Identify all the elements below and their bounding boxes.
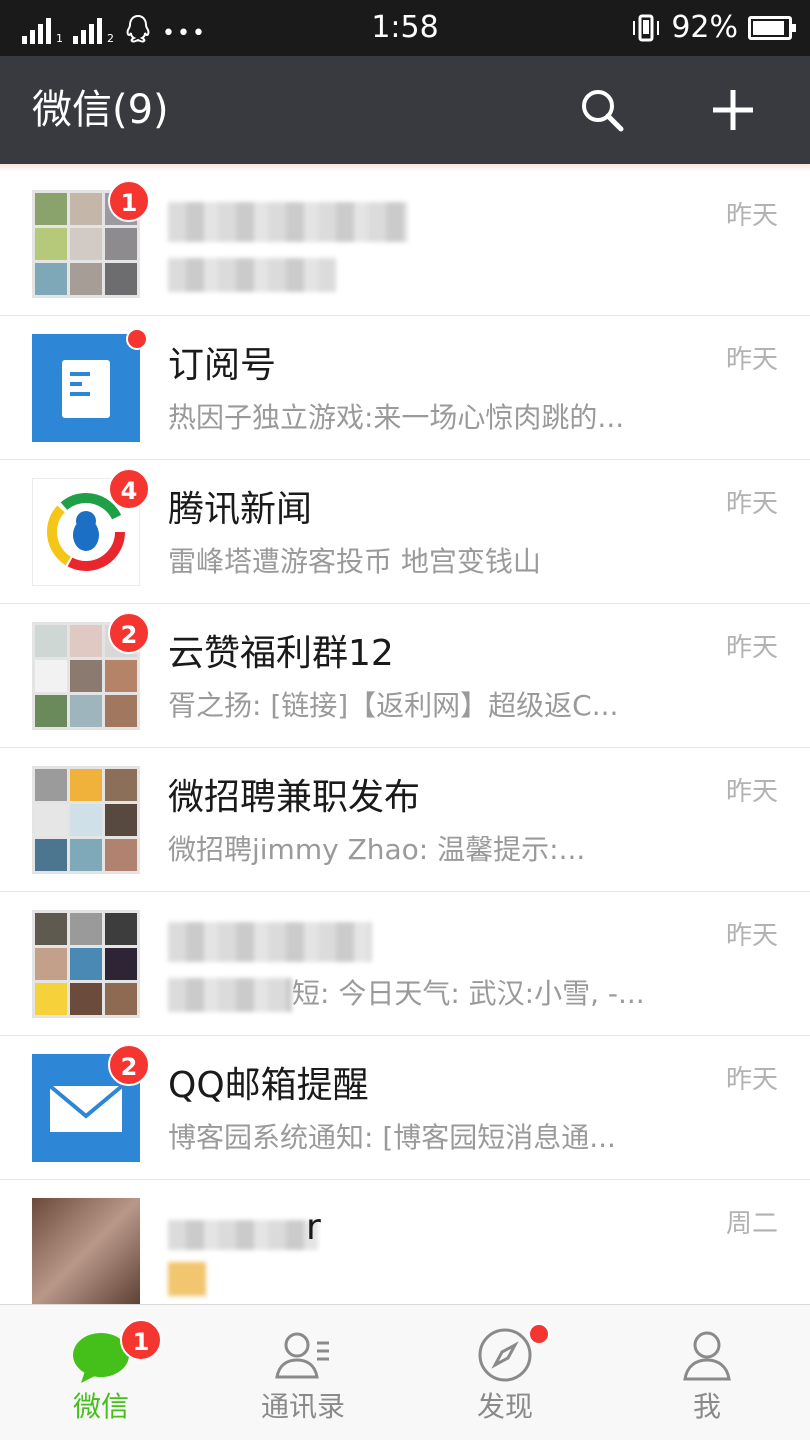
- profile-icon: [683, 1331, 731, 1381]
- bottom-tab-bar: 1 微信 通讯录 发现 我: [0, 1304, 810, 1440]
- battery-icon: [748, 16, 796, 40]
- tab-label: 发现: [476, 1390, 533, 1423]
- chat-preview: 热因子独立游戏:来一场心惊肉跳的...: [168, 401, 625, 434]
- chat-row[interactable]: 4 腾讯新闻 雷峰塔遭游客投币 地宫变钱山 昨天: [0, 460, 810, 604]
- chat-name: 微招聘兼职发布: [168, 777, 421, 818]
- chat-preview: 胥之扬: [链接]【返利网】超级返C...: [168, 689, 619, 722]
- chat-preview: 微招聘jimmy Zhao: 温馨提示:...: [168, 833, 586, 866]
- chat-name: 订阅号: [168, 345, 277, 386]
- chat-row[interactable]: 2 QQ邮箱提醒 博客园系统通知: [博客园短消息通... 昨天: [0, 1036, 810, 1180]
- page-title: 微信(9): [32, 87, 169, 133]
- tab-contacts[interactable]: 通讯录: [202, 1305, 404, 1440]
- chat-time: 昨天: [725, 345, 778, 375]
- chat-time: 昨天: [725, 777, 778, 807]
- tab-label: 通讯录: [260, 1390, 345, 1423]
- chat-time: 昨天: [725, 201, 778, 231]
- blurred-preview-sender: [168, 978, 292, 1012]
- chat-time: 昨天: [725, 633, 778, 663]
- search-icon: [582, 90, 624, 132]
- chat-row[interactable]: r 周二: [0, 1180, 810, 1304]
- header-shadow: [0, 164, 810, 172]
- unread-badge: 1: [108, 180, 150, 222]
- compass-icon: [478, 1328, 532, 1382]
- group-avatar: [32, 910, 140, 1018]
- chat-time: 昨天: [725, 1065, 778, 1095]
- unread-badge: 1: [120, 1319, 162, 1361]
- group-avatar: [32, 766, 140, 874]
- blurred-preview: [168, 258, 336, 292]
- chat-list[interactable]: 1 昨天 订阅号 热因子独立游戏:来一场心惊肉跳的... 昨天 4 腾讯新闻 雷…: [0, 172, 810, 1304]
- battery-percent: 92%: [671, 10, 738, 45]
- unread-badge: 2: [108, 612, 150, 654]
- status-right-icons: 92%: [631, 10, 796, 45]
- tab-weixin[interactable]: 1 微信: [0, 1305, 202, 1440]
- chat-row[interactable]: 微招聘兼职发布 微招聘jimmy Zhao: 温馨提示:... 昨天: [0, 748, 810, 892]
- chat-name: QQ邮箱提醒: [168, 1065, 369, 1106]
- app-header: 微信(9): [0, 56, 810, 164]
- chat-name: r: [306, 1207, 321, 1248]
- subscription-icon: [62, 360, 110, 418]
- chat-preview: 短: 今日天气: 武汉:小雪, -...: [292, 977, 645, 1010]
- chat-row[interactable]: 短: 今日天气: 武汉:小雪, -... 昨天: [0, 892, 810, 1036]
- chat-time: 周二: [725, 1209, 778, 1239]
- unread-badge: 4: [108, 468, 150, 510]
- chat-row[interactable]: 1 昨天: [0, 172, 810, 316]
- contacts-icon: [275, 1332, 329, 1379]
- photo-avatar: [32, 1198, 140, 1304]
- chat-row[interactable]: 订阅号 热因子独立游戏:来一场心惊肉跳的... 昨天: [0, 316, 810, 460]
- subscription-avatar: [32, 334, 140, 442]
- tab-discover[interactable]: 发现: [404, 1305, 606, 1440]
- tab-me[interactable]: 我: [606, 1305, 808, 1440]
- add-button[interactable]: [703, 80, 763, 140]
- tab-label: 我: [692, 1390, 721, 1423]
- chat-time: 昨天: [725, 921, 778, 951]
- blurred-name: [168, 202, 408, 242]
- chat-preview: 雷峰塔遭游客投币 地宫变钱山: [168, 545, 541, 578]
- new-content-dot: [528, 1323, 550, 1345]
- search-button[interactable]: [572, 80, 632, 140]
- vibrate-icon: [633, 14, 660, 42]
- unread-dot: [126, 328, 148, 350]
- blurred-name: [168, 1220, 318, 1250]
- chat-name: 云赞福利群12: [168, 633, 394, 674]
- status-bar: 1 2 ••• 1:58 92%: [0, 0, 810, 56]
- blurred-name: [168, 922, 372, 962]
- tab-label: 微信: [72, 1390, 129, 1423]
- emoji-preview: [168, 1262, 206, 1296]
- chat-name: 腾讯新闻: [168, 489, 313, 530]
- chat-row[interactable]: 2 云赞福利群12 胥之扬: [链接]【返利网】超级返C... 昨天: [0, 604, 810, 748]
- chat-preview: 博客园系统通知: [博客园短消息通...: [168, 1121, 616, 1154]
- chat-time: 昨天: [725, 489, 778, 519]
- plus-icon: [713, 90, 753, 130]
- unread-badge: 2: [108, 1044, 150, 1086]
